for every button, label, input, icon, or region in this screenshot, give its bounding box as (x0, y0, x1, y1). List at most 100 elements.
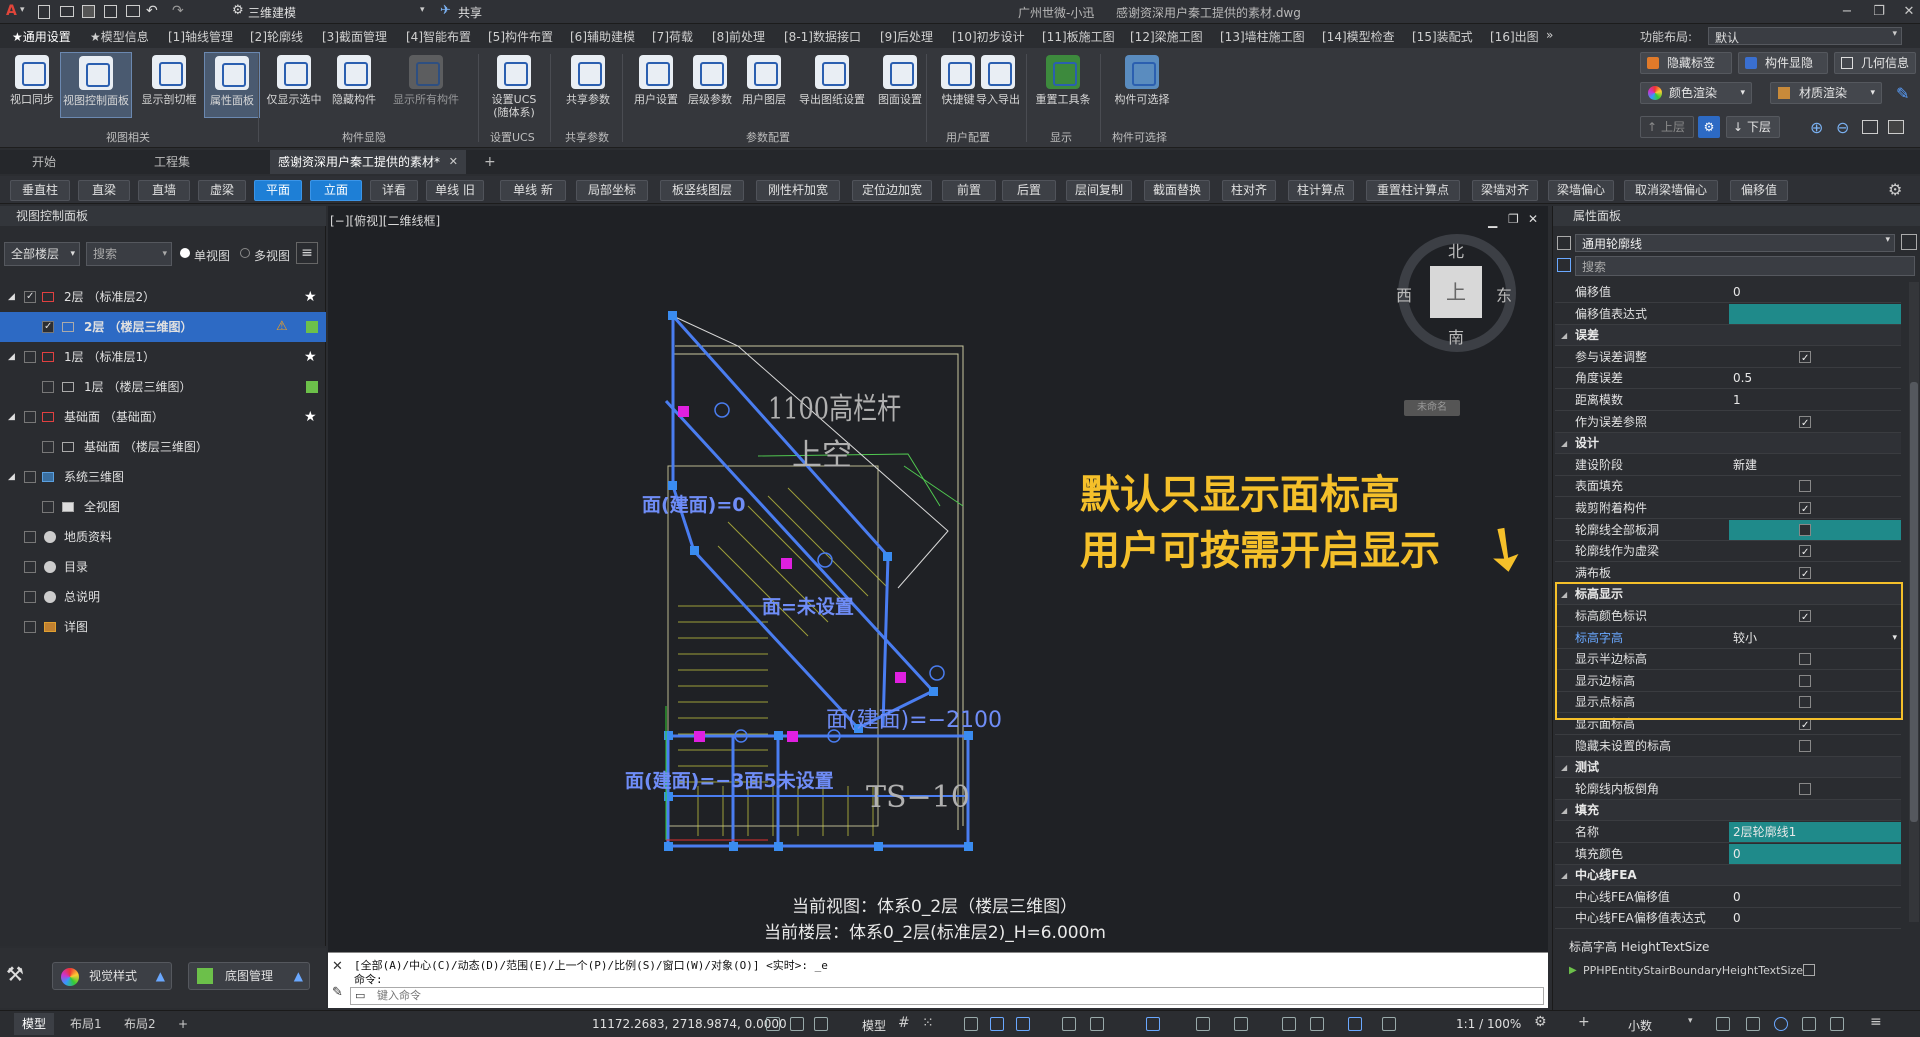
elevation-view-button[interactable]: 立面 (310, 180, 362, 201)
app-menu-chevron-icon[interactable]: ▾ (20, 5, 25, 15)
view-control-panel-button[interactable]: 视图控制面板 (60, 52, 132, 118)
toolbar-settings-icon[interactable]: ⚙ (1888, 180, 1902, 199)
property-row[interactable]: 作为误差参照 (1555, 411, 1901, 433)
menu-item[interactable]: [15]装配式 (1412, 28, 1473, 45)
show-section-box-button[interactable]: 显示剖切框 (138, 52, 200, 118)
cancel-eccentric-button[interactable]: 取消梁墙偏心 (1624, 180, 1718, 201)
workspace-selector[interactable]: 三维建模 (248, 4, 296, 21)
component-visibility-button[interactable]: 构件显隐 (1738, 52, 1828, 74)
otrack-icon[interactable] (1062, 1017, 1076, 1031)
coordinates[interactable]: 11172.2683, 2718.9874, 0.0000 (592, 1017, 787, 1031)
user-settings-button[interactable]: 用户设置 (628, 52, 684, 118)
auto-scale-icon[interactable] (1382, 1017, 1396, 1031)
detail-view-button[interactable]: 详看 (370, 180, 418, 201)
property-search-input[interactable]: 搜索 (1575, 256, 1915, 276)
star-icon[interactable]: ★ (304, 342, 317, 372)
offset-value-button[interactable]: 偏移值 (1730, 180, 1788, 201)
tab-current-drawing[interactable]: 感谢资深用户秦工提供的素材* ✕ (270, 150, 466, 174)
single-line-old-button[interactable]: 单线 旧 (426, 180, 484, 201)
units-label[interactable]: 小数 (1628, 1017, 1652, 1034)
tab-model[interactable]: 模型 (14, 1013, 55, 1035)
floor-select[interactable]: 全部楼层 ▾ (4, 242, 80, 266)
property-row[interactable]: 满布板 (1555, 562, 1901, 584)
dynamic-input-icon[interactable] (1146, 1017, 1160, 1031)
undo-icon[interactable]: ↶ (146, 3, 158, 19)
selection-cycle-icon[interactable] (1282, 1017, 1296, 1031)
menu-item[interactable]: [14]模型检查 (1322, 28, 1395, 45)
share-icon[interactable]: ✈ (440, 3, 451, 18)
expand-icon[interactable]: ◢ (8, 342, 15, 372)
property-row[interactable]: 填充颜色 0 (1555, 843, 1901, 865)
property-checkbox[interactable] (1799, 500, 1811, 518)
property-panel-button[interactable]: 属性面板 (204, 52, 260, 118)
workspace-gear-icon[interactable]: ⚙ (1534, 1014, 1547, 1030)
tree-item-general-notes[interactable]: 总说明 (0, 582, 326, 612)
property-category[interactable]: 设计 (1555, 433, 1901, 455)
property-checkbox[interactable] (1799, 414, 1811, 432)
material-render-button[interactable]: 材质渲染 ▾ (1770, 82, 1882, 104)
property-row[interactable]: 角度误差 0.5 (1555, 368, 1901, 390)
column-align-button[interactable]: 柱对齐 (1222, 180, 1276, 201)
annotation-monitor-icon[interactable]: + (1578, 1014, 1590, 1030)
geometry-info-button[interactable]: 几何信息 (1834, 52, 1916, 74)
tab-layout1[interactable]: 布局1 (62, 1013, 110, 1035)
drawing-settings-button[interactable]: 图面设置 (872, 52, 928, 118)
user-layer-button[interactable]: 用户图层 (736, 52, 792, 118)
view-cube[interactable]: 北 南 东 西 上 (1396, 234, 1516, 352)
snap-icon[interactable] (766, 1017, 780, 1031)
expand-icon[interactable]: ◢ (8, 402, 15, 432)
menu-item[interactable]: ★模型信息 (90, 28, 149, 45)
tree-item-system-3d[interactable]: ◢ 系统三维图 (0, 462, 326, 492)
transparency-icon[interactable] (1234, 1017, 1248, 1031)
clean-screen-icon[interactable] (1830, 1017, 1844, 1031)
slab-line-layer-button[interactable]: 板竖线图层 (660, 180, 744, 201)
menu-item[interactable]: [4]智能布置 (406, 28, 471, 45)
cursor-icon[interactable] (790, 1017, 804, 1031)
command-settings-icon[interactable]: ✎ (332, 985, 343, 1000)
tree-item-floor1-std[interactable]: ◢ 1层 （标准层1） ★ (0, 342, 326, 372)
tree-item-floor2-std[interactable]: ◢ 2层 （标准层2） ★ (0, 282, 326, 312)
new-file-icon[interactable] (38, 5, 50, 19)
menu-item[interactable]: [2]轮廓线 (250, 28, 303, 45)
property-row[interactable]: 轮廓线作为虚梁 (1555, 541, 1901, 563)
compass-west[interactable]: 西 (1396, 282, 1412, 306)
tab-start[interactable]: 开始 (24, 150, 144, 174)
property-value[interactable] (1729, 303, 1901, 324)
menu-item[interactable]: [1]轴线管理 (168, 28, 233, 45)
plan-view-button[interactable]: 平面 (254, 180, 302, 201)
shared-params-button[interactable]: 共享参数 (560, 52, 616, 118)
column-calc-point-button[interactable]: 柱计算点 (1288, 180, 1354, 201)
entity-type-select[interactable]: 通用轮廓线 ▾ (1575, 234, 1895, 252)
property-row[interactable]: 隐藏未设置的标高 (1555, 735, 1901, 757)
maximize-icon[interactable]: ❐ (1870, 3, 1888, 21)
grid-icon[interactable]: # (898, 1015, 910, 1031)
menu-item[interactable]: ★通用设置 (12, 28, 71, 45)
tree-item-geology[interactable]: 地质资料 (0, 522, 326, 552)
osnap-icon[interactable] (1016, 1017, 1030, 1031)
star-icon[interactable]: ★ (304, 282, 317, 312)
lineweight-icon[interactable] (1196, 1017, 1210, 1031)
open-file-icon[interactable] (60, 6, 74, 17)
property-row[interactable]: 轮廓线全部板洞 (1555, 519, 1901, 541)
view-cube-top-face[interactable]: 上 (1430, 266, 1482, 318)
property-row[interactable]: 表面填充 (1555, 476, 1901, 498)
dynamic-ucs-icon[interactable] (1090, 1017, 1104, 1031)
underlay-manager-button[interactable]: 底图管理 ▲ (188, 962, 310, 990)
menu-item[interactable]: [3]截面管理 (322, 28, 387, 45)
property-value[interactable]: 0.5 (1729, 368, 1901, 389)
virtual-beam-button[interactable]: 虚梁 (198, 180, 246, 201)
group-params[interactable]: 参数配置 (746, 129, 790, 145)
property-category[interactable]: 误差 (1555, 325, 1901, 347)
tree-search-input[interactable]: 搜索 ▾ (86, 242, 172, 266)
property-checkbox[interactable] (1799, 480, 1811, 493)
tree-checkbox[interactable] (24, 591, 36, 603)
command-close-icon[interactable]: ✕ (332, 959, 343, 974)
snap-grid-icon[interactable]: ⁙ (922, 1015, 934, 1031)
property-value[interactable]: 新建 (1729, 454, 1901, 475)
tree-item-base-3d[interactable]: 基础面 （楼层三维图） (0, 432, 326, 462)
viewport-sync-button[interactable]: 视口同步 (4, 52, 60, 118)
single-line-new-button[interactable]: 单线 新 (500, 180, 566, 201)
property-checkbox[interactable] (1799, 349, 1811, 367)
property-checkbox[interactable] (1799, 523, 1811, 536)
tab-layout2[interactable]: 布局2 (116, 1013, 164, 1035)
